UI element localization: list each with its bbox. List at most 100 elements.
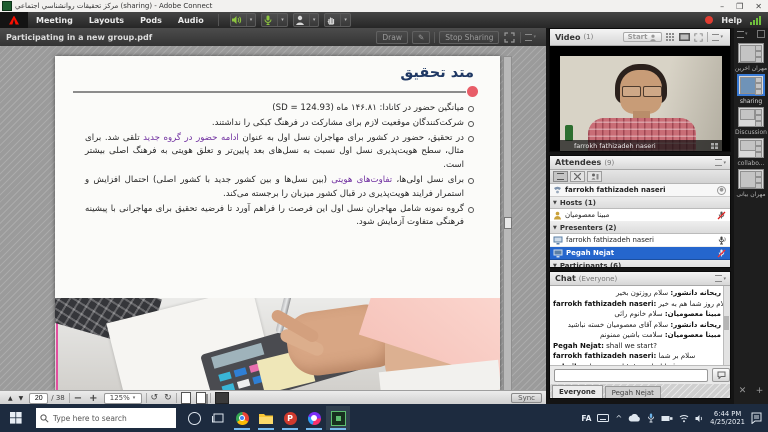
- webcam-icon: [294, 15, 306, 25]
- share-pod-menu[interactable]: ▾: [521, 34, 540, 41]
- cortana-button[interactable]: [182, 406, 206, 430]
- status-view-button[interactable]: [587, 171, 602, 182]
- single-page-view-icon[interactable]: [181, 392, 191, 404]
- layout-label-discussion: Discussion: [734, 129, 768, 136]
- stop-sharing-button[interactable]: Stop Sharing: [439, 31, 499, 44]
- breakout-view-button[interactable]: [570, 171, 585, 182]
- layout-thumb-1[interactable]: [738, 43, 764, 63]
- layout-thumb-discussion[interactable]: [738, 107, 764, 127]
- help-menu[interactable]: Help: [721, 16, 742, 25]
- pen-tool-button[interactable]: ✎: [412, 31, 430, 44]
- onedrive-cloud-icon[interactable]: [628, 414, 641, 422]
- chat-tab-everyone[interactable]: Everyone: [552, 385, 603, 398]
- speaker-dropdown[interactable]: ▾: [246, 14, 256, 26]
- draw-button[interactable]: Draw: [376, 31, 408, 44]
- attendees-pod-menu[interactable]: ▾: [715, 159, 730, 166]
- chat-message: مبینا معصومیان: سلامت باشین ممنونم: [550, 330, 724, 341]
- continuous-view-icon[interactable]: [196, 392, 206, 404]
- presenters-section-header[interactable]: ▼Presenters (2): [550, 222, 730, 234]
- chat-tab-pegah-nejat[interactable]: Pegah Nejat: [605, 386, 661, 398]
- send-message-button[interactable]: [712, 368, 730, 382]
- microphone-dropdown[interactable]: ▾: [277, 14, 287, 26]
- start-webcam-button[interactable]: Start: [623, 32, 663, 42]
- close-layouts-button[interactable]: ✕: [739, 386, 747, 396]
- layouts-menu[interactable]: ▾: [737, 31, 752, 38]
- menu-pods[interactable]: Pods: [132, 16, 170, 25]
- fullscreen-icon[interactable]: [504, 32, 515, 43]
- tray-microphone-icon[interactable]: [647, 413, 655, 423]
- menu-audio[interactable]: Audio: [170, 16, 212, 25]
- grid-view-icon[interactable]: [666, 33, 675, 41]
- volume-icon[interactable]: [695, 414, 704, 423]
- chat-scrollbar[interactable]: [723, 286, 730, 366]
- window-close-button[interactable]: ✕: [755, 2, 762, 11]
- zoom-level-select[interactable]: 125%▾: [104, 393, 142, 404]
- layout-thumb-5[interactable]: [738, 169, 764, 189]
- tray-overflow-chevron[interactable]: ^: [615, 414, 622, 423]
- attendees-pod: Attendees (9) ▾ farrokh fathizadeh naser…: [549, 155, 731, 268]
- list-view-button[interactable]: [553, 171, 568, 182]
- taskbar-chrome-button[interactable]: [230, 406, 254, 430]
- chat-pod-header: Chat (Everyone) ▾: [550, 272, 730, 286]
- clock[interactable]: 6:44 PM 4/25/2021: [710, 410, 745, 426]
- taskbar-red-p-app-button[interactable]: P: [278, 406, 302, 430]
- video-fullscreen-icon[interactable]: [694, 33, 703, 42]
- taskbar-browser2-button[interactable]: [302, 406, 326, 430]
- task-view-button[interactable]: [206, 406, 230, 430]
- menu-bar: Meeting Layouts Pods Audio ▾ ▾ ▾ ▾ Help: [0, 12, 768, 28]
- notification-center-icon[interactable]: [751, 412, 764, 424]
- layouts-collapse-icon[interactable]: [757, 30, 765, 38]
- attendee-row-presenter2-selected[interactable]: Pegah Nejat: [550, 247, 730, 260]
- overlay-grid-icon: [711, 143, 718, 149]
- window-minimize-button[interactable]: –: [720, 2, 724, 11]
- participants-section-header[interactable]: ▼Participants (6): [550, 260, 730, 268]
- layout-thumb-sharing-selected[interactable]: [737, 74, 765, 96]
- attendee-row-presenter1[interactable]: farrokh fathizadeh naseri: [550, 234, 730, 247]
- page-up-button[interactable]: ▲: [8, 395, 13, 402]
- video-pod-menu[interactable]: ▾: [712, 34, 727, 41]
- webcam-button[interactable]: ▾: [293, 13, 320, 27]
- zoom-out-button[interactable]: −: [74, 393, 82, 404]
- layout-thumb-collaboration[interactable]: [738, 138, 764, 158]
- thumbnail-panel-icon[interactable]: [215, 392, 229, 404]
- microphone-button[interactable]: ▾: [261, 13, 288, 27]
- webcam-dropdown[interactable]: ▾: [309, 14, 319, 26]
- mic-active-icon: [717, 236, 726, 245]
- taskbar-search-box[interactable]: Type here to search: [36, 408, 176, 428]
- page-number-input[interactable]: [29, 393, 48, 404]
- touch-keyboard-icon[interactable]: [597, 414, 609, 422]
- slide-title: متد تحقیق: [400, 65, 474, 81]
- sync-button[interactable]: Sync: [511, 393, 542, 403]
- slide-title-rule: [73, 91, 466, 93]
- page-down-button[interactable]: ▼: [19, 395, 24, 402]
- rotate-right-button[interactable]: ↻: [164, 393, 172, 403]
- tray-usb-icon[interactable]: [661, 414, 673, 423]
- chat-scrollbar-thumb[interactable]: [724, 316, 729, 330]
- hosts-section-header[interactable]: ▼Hosts (1): [550, 197, 730, 209]
- chat-message: مبینا معصومیان: سلام خانوم راثی: [550, 309, 724, 320]
- taskbar-adobe-connect-button[interactable]: [326, 406, 350, 430]
- raise-hand-button[interactable]: ▾: [324, 13, 351, 27]
- taskbar-explorer-button[interactable]: [254, 406, 278, 430]
- windows-taskbar: Type here to search P FA ^: [0, 404, 768, 432]
- add-layout-button[interactable]: +: [756, 386, 764, 396]
- document-scrollbar-thumb[interactable]: [504, 217, 512, 229]
- rotate-left-button[interactable]: ↺: [151, 393, 159, 403]
- pdf-toolbar: ▲ ▼ / 38 − + 125%▾ ↺ ↻ Sync: [0, 390, 546, 405]
- chat-input[interactable]: [554, 369, 708, 382]
- speech-bubble-icon: [717, 371, 726, 379]
- start-button[interactable]: [4, 406, 28, 430]
- network-icon[interactable]: [679, 414, 689, 423]
- menu-layouts[interactable]: Layouts: [81, 16, 132, 25]
- zoom-in-button[interactable]: +: [89, 393, 97, 404]
- raise-hand-dropdown[interactable]: ▾: [340, 14, 350, 26]
- filmstrip-view-icon[interactable]: [679, 33, 690, 41]
- language-indicator[interactable]: FA: [581, 414, 591, 423]
- speaker-button[interactable]: ▾: [230, 13, 257, 27]
- document-scrollbar[interactable]: [503, 56, 512, 392]
- menu-meeting[interactable]: Meeting: [28, 16, 81, 25]
- chat-pod-menu[interactable]: ▾: [715, 275, 730, 282]
- attendee-row-host[interactable]: مبینا معصومیان: [550, 209, 730, 222]
- window-maximize-button[interactable]: ❒: [736, 2, 743, 11]
- adobe-logo: [0, 12, 28, 28]
